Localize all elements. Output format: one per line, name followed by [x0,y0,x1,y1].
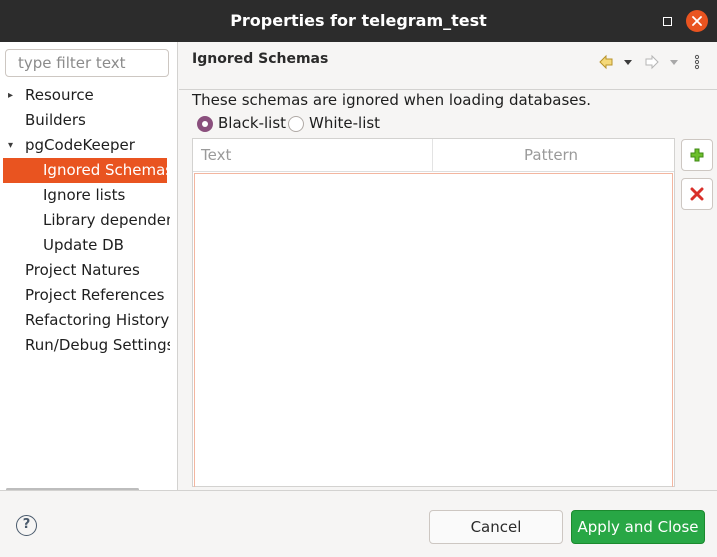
page-title: Ignored Schemas [192,51,329,67]
sidebar-item-label: pgCodeKeeper [25,136,135,154]
sidebar-item-library-dependencies[interactable]: Library dependencies [0,208,170,233]
whitelist-radio-label: White-list [309,114,381,132]
sidebar-item-label: Ignore lists [43,186,126,204]
window-title: Properties for telegram_test [230,11,487,30]
sidebar-item-project-references[interactable]: Project References [0,283,170,308]
remove-icon [690,187,704,201]
add-button[interactable] [681,139,713,171]
apply-and-close-button[interactable]: Apply and Close [571,510,705,544]
sidebar-item-run-debug-settings[interactable]: Run/Debug Settings [0,333,170,358]
chevron-right-icon[interactable]: ▸ [8,83,20,108]
page-content: These schemas are ignored when loading d… [179,90,717,490]
table-body[interactable] [194,173,673,487]
sidebar-item-project-natures[interactable]: Project Natures [0,258,170,283]
sidebar-item-label: Update DB [43,236,124,254]
remove-button[interactable] [681,178,713,210]
radio-checked-icon[interactable] [197,116,213,132]
column-divider[interactable] [432,139,433,172]
forward-menu-icon[interactable] [668,54,680,70]
add-icon [690,148,704,162]
column-header-text[interactable]: Text [201,146,231,164]
sidebar-item-update-db[interactable]: Update DB [0,233,170,258]
help-icon[interactable]: ? [16,515,37,536]
schemas-table[interactable]: Text Pattern [192,138,675,487]
more-icon[interactable] [693,54,701,70]
chevron-down-icon[interactable]: ▾ [8,133,20,158]
title-bar: Properties for telegram_test [0,0,717,42]
forward-arrow-icon[interactable] [644,54,660,70]
sidebar-item-label: Library dependencies [43,211,170,229]
back-menu-icon[interactable] [622,54,634,70]
close-icon[interactable] [686,10,708,32]
sidebar-item-builders[interactable]: Builders [0,108,170,133]
back-arrow-icon[interactable] [598,54,614,70]
page-description: These schemas are ignored when loading d… [192,91,592,109]
column-header-pattern[interactable]: Pattern [524,146,578,164]
page-header: Ignored Schemas [179,42,717,90]
radio-unchecked-icon[interactable] [288,116,304,132]
sidebar: ▸ Resource Builders ▾ pgCodeKeeper Ignor… [0,42,178,492]
sidebar-item-ignore-lists[interactable]: Ignore lists [0,183,170,208]
table-header: Text Pattern [193,139,674,172]
sidebar-item-label: Refactoring History [25,311,170,329]
cancel-button[interactable]: Cancel [429,510,563,544]
sidebar-item-refactoring-history[interactable]: Refactoring History [0,308,170,333]
sidebar-item-label: Project References [25,286,165,304]
filter-input[interactable] [5,49,169,77]
blacklist-radio-label: Black-list [218,114,287,132]
sidebar-item-label: Run/Debug Settings [25,336,170,354]
sidebar-item-pgcodekeeper[interactable]: ▾ pgCodeKeeper [0,133,170,158]
sidebar-item-label: Builders [25,111,86,129]
sidebar-item-resource[interactable]: ▸ Resource [0,83,170,108]
sidebar-item-label: Resource [25,86,94,104]
sidebar-item-label: Project Natures [25,261,140,279]
sidebar-item-label: Ignored Schemas [43,161,167,179]
dialog-footer: ? Cancel Apply and Close [0,490,717,557]
sidebar-item-ignored-schemas[interactable]: Ignored Schemas [3,158,167,183]
minimize-icon[interactable] [656,10,678,32]
